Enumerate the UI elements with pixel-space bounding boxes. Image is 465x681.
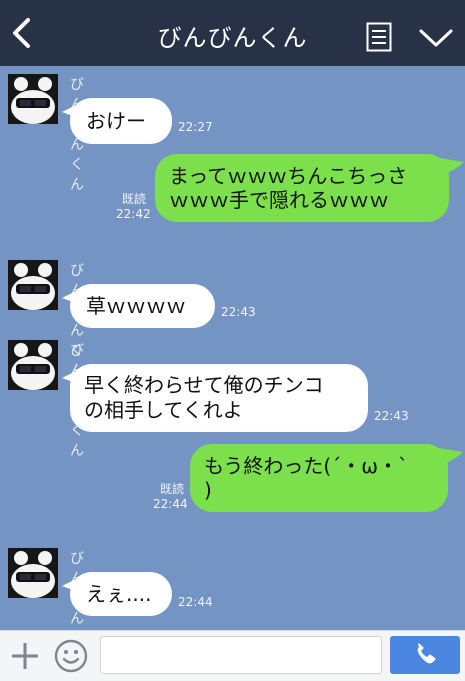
bubble-tail [440,158,464,176]
message-bubble[interactable]: おけー [70,98,172,144]
phone-icon [417,643,436,664]
message-bubble[interactable]: 早く終わらせて俺のチンコ の相手してくれよ [70,364,368,432]
message-input[interactable] [100,636,382,674]
avatar[interactable] [8,548,58,598]
message-bubble[interactable]: まってｗｗｗちんこちっさ ｗｗｗ手で隠れるｗｗｗ [155,154,449,222]
bubble-tail [439,448,463,466]
chat-header: びんびんくん [0,0,465,66]
message-time: 22:43 [374,409,409,423]
call-button[interactable] [390,636,460,674]
chat-area[interactable]: びんびんくん おけー 22:27 既読 22:42 まってｗｗｗちんこちっさ ｗ… [0,66,465,630]
chevron-down-icon[interactable] [418,26,454,50]
message-bubble[interactable]: もう終わった(´・ω・` ) [190,444,448,512]
list-icon[interactable] [366,22,392,52]
read-status: 既読 [159,482,184,496]
message-bubble[interactable]: 草ｗｗｗｗ [70,284,215,328]
chat-title: びんびんくん [157,24,308,52]
message-time: 22:42 [116,207,151,221]
message-bubble[interactable]: えぇ.... [70,572,172,616]
message-time: 22:43 [221,305,256,319]
avatar[interactable] [8,260,58,310]
message-time: 22:44 [153,497,188,511]
message-time: 22:27 [178,120,213,134]
avatar[interactable] [8,340,58,390]
plus-icon[interactable] [10,641,40,671]
smiley-icon[interactable] [54,639,88,673]
read-status: 既読 [121,192,146,206]
avatar[interactable] [8,74,58,124]
input-bar [0,630,465,681]
message-time: 22:44 [178,595,213,609]
